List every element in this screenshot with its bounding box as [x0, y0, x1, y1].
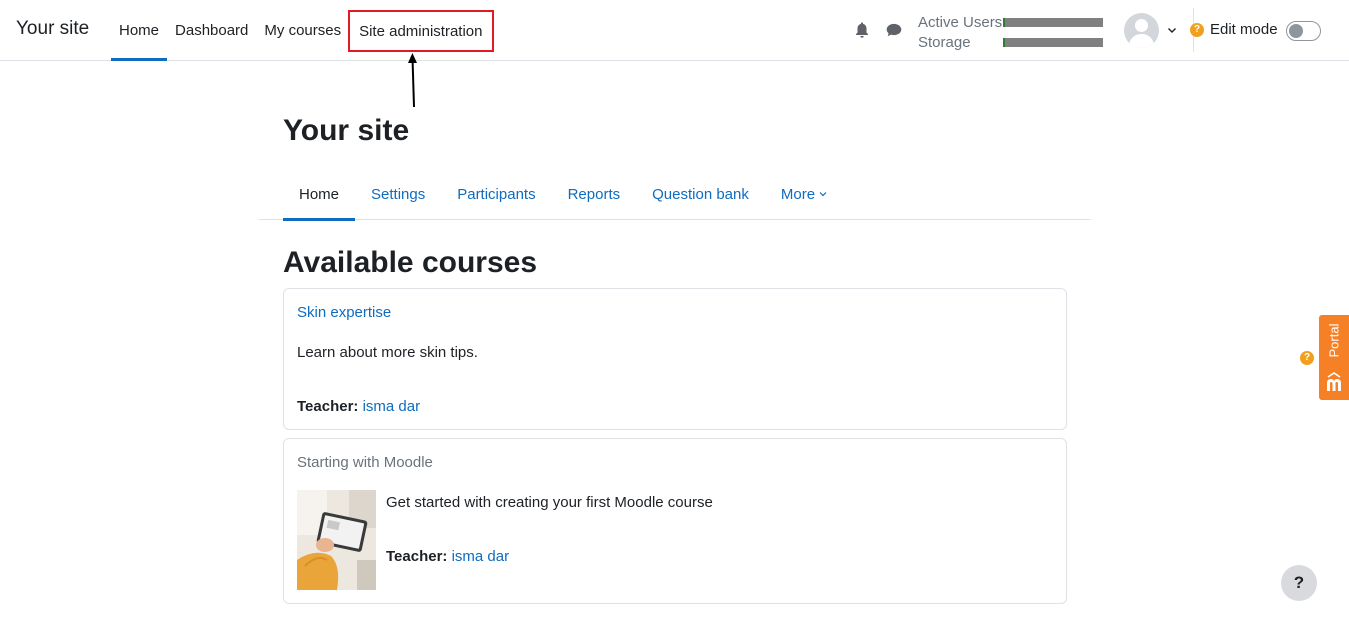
- active-users-label: Active Users: [918, 13, 1003, 31]
- nav-item-dashboard[interactable]: Dashboard: [167, 0, 256, 60]
- top-navbar: Your site Home Dashboard My courses Site…: [0, 0, 1349, 61]
- course-teacher: Teacher: isma dar: [386, 548, 509, 565]
- active-users-bar: [1003, 17, 1103, 27]
- primary-navigation: Home Dashboard My courses Site administr…: [111, 0, 494, 61]
- tab-more-label: More: [780, 185, 816, 203]
- tab-more[interactable]: More: [765, 168, 843, 220]
- course-image: [297, 490, 376, 590]
- chevron-down-icon[interactable]: [1166, 24, 1178, 36]
- portal-label: Portal: [1326, 323, 1342, 358]
- edit-mode-toggle[interactable]: [1286, 21, 1321, 41]
- course-summary: Learn about more skin tips.: [297, 344, 478, 361]
- avatar-head-shape: [1135, 19, 1148, 32]
- question-circle-icon[interactable]: ?: [1300, 351, 1314, 365]
- question-circle-icon[interactable]: ?: [1190, 23, 1204, 37]
- bell-icon[interactable]: [853, 21, 871, 39]
- teacher-role-label: Teacher:: [386, 548, 448, 565]
- portal-side-tab[interactable]: Portal: [1319, 315, 1349, 400]
- edit-mode-label: Edit mode: [1210, 21, 1278, 38]
- tab-participants[interactable]: Participants: [441, 168, 551, 220]
- usage-widget: Active Users Storage: [918, 12, 1103, 52]
- course-teacher: Teacher: isma dar: [297, 398, 420, 415]
- storage-label: Storage: [918, 33, 971, 51]
- course-name-link[interactable]: Starting with Moodle: [297, 454, 433, 471]
- teacher-name-link[interactable]: isma dar: [363, 398, 421, 415]
- user-avatar[interactable]: [1124, 13, 1159, 48]
- course-image-illustration: [297, 490, 376, 590]
- page-title: Your site: [283, 114, 410, 147]
- annotation-arrow: [408, 53, 417, 108]
- tab-reports[interactable]: Reports: [552, 168, 637, 220]
- available-courses-heading: Available courses: [283, 246, 538, 279]
- moodle-logo-icon: [1327, 372, 1341, 391]
- course-card: Skin expertise Learn about more skin tip…: [283, 288, 1067, 430]
- avatar-shoulders-shape: [1129, 34, 1154, 48]
- secondary-navigation: Home Settings Participants Reports Quest…: [259, 168, 1091, 221]
- active-users-row: Active Users: [918, 12, 1103, 32]
- storage-bar: [1003, 37, 1103, 47]
- nav-item-my-courses[interactable]: My courses: [256, 0, 349, 60]
- course-summary: Get started with creating your first Moo…: [386, 494, 713, 511]
- help-button[interactable]: ?: [1281, 565, 1317, 601]
- tab-settings[interactable]: Settings: [355, 168, 441, 220]
- nav-item-site-administration[interactable]: Site administration: [348, 10, 494, 52]
- teacher-name-link[interactable]: isma dar: [452, 548, 510, 565]
- course-name-link[interactable]: Skin expertise: [297, 304, 391, 321]
- course-card: Starting with Moodle Get started with cr…: [283, 438, 1067, 604]
- storage-row: Storage: [918, 32, 1103, 52]
- chevron-down-icon: [819, 192, 827, 197]
- chat-icon[interactable]: [885, 21, 903, 39]
- toggle-knob: [1289, 24, 1303, 38]
- tab-question-bank[interactable]: Question bank: [636, 168, 765, 220]
- nav-item-home[interactable]: Home: [111, 0, 168, 61]
- teacher-role-label: Teacher:: [297, 398, 359, 415]
- site-brand[interactable]: Your site: [16, 18, 89, 40]
- tab-home[interactable]: Home: [283, 168, 356, 221]
